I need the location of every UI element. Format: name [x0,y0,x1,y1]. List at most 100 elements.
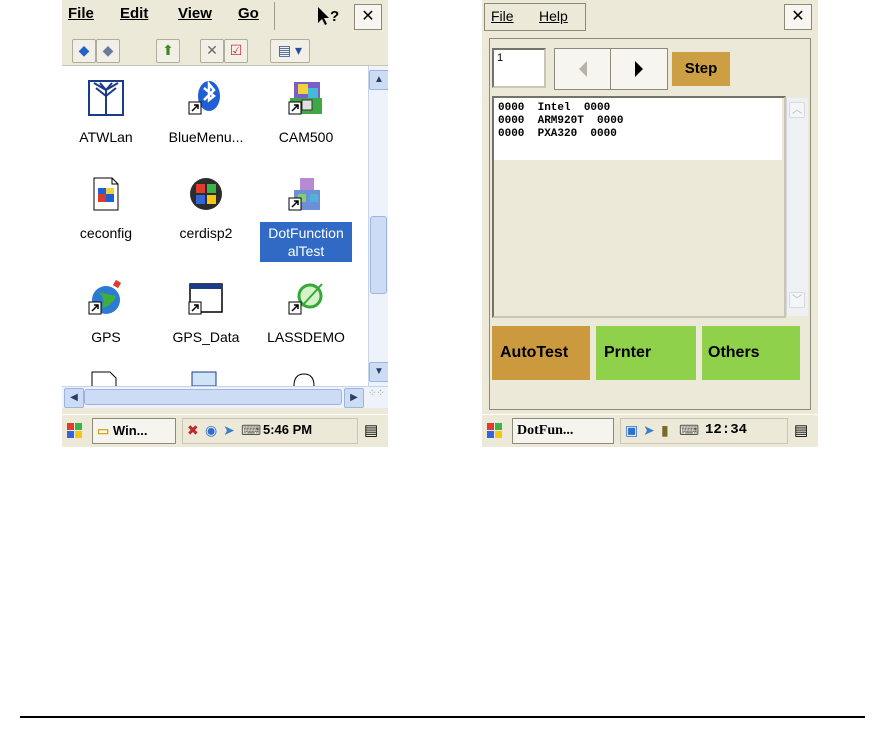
help-pointer-icon[interactable]: ? [314,4,344,28]
clock: 5:46 PM [263,422,313,437]
page-rule [20,716,865,718]
taskbar-window-label: DotFun... [517,423,574,438]
file-item-label: BlueMenu... [168,129,244,145]
file-item-gps-data[interactable]: GPS_Data [158,266,254,356]
vertical-scrollbar[interactable]: ▲ ▼ [368,66,388,386]
left-toolbar: ◆ ◆ ⬆ ✕ ☑ ▤ ▾ [62,34,388,66]
file-item-label: ATWLan [79,129,133,145]
svg-text:?: ? [330,8,339,25]
printer-button[interactable]: Prnter [596,326,696,380]
close-icon[interactable]: ✕ [784,4,812,30]
windows-logo-icon [188,176,224,212]
config-file-icon [88,176,124,212]
menubar-frame: File Help [484,3,586,31]
scroll-up-icon[interactable]: ▲ [369,70,388,90]
view-mode-icon[interactable]: ▤ ▾ [270,39,310,63]
file-item-label: LASSDEMO [267,329,345,345]
taskbar-window-button[interactable]: ▭ Win... [92,418,176,444]
file-item-label: CAM500 [278,129,334,145]
file-item-label: GPS_Data [172,329,240,345]
properties-icon[interactable]: ☑ [224,39,248,63]
file-item-gps[interactable]: GPS [62,266,154,356]
next-step-button[interactable] [610,48,668,90]
system-tray: ▣ ➤ ▮ ⌨ 12:34 [620,418,788,444]
taskbar-window-label: Win... [112,423,148,438]
menu-file[interactable]: File [68,5,94,22]
bluetooth-icon [188,80,224,116]
scroll-down-icon[interactable]: ▼ [369,362,388,382]
start-flag-icon[interactable] [484,420,506,442]
file-item-bluemenu[interactable]: BlueMenu... [158,66,254,156]
camera-app-icon [288,80,324,116]
menu-file[interactable]: File [491,8,514,24]
left-device-screen: File Edit View Go ? ✕ ◆ ◆ ⬆ ✕ ☑ ▤ ▾ ATWL… [62,0,388,447]
resize-grip-icon: ⁘⁘ [368,388,385,399]
log-line: 0000 ARM920T 0000 [498,115,624,127]
battery-icon[interactable]: ▮ [661,422,669,439]
menu-edit[interactable]: Edit [120,5,148,22]
start-flag-icon[interactable] [64,420,86,442]
scroll-up-icon[interactable]: ︿ [789,102,805,118]
right-device-screen: File Help ✕ 1 Step 0000 Intel 0000 0000 … [482,0,818,447]
previous-step-button[interactable] [554,48,612,90]
step-input[interactable]: 1 [492,48,546,88]
log-line: 0000 Intel 0000 [498,102,611,114]
autotest-button[interactable]: AutoTest [492,326,590,380]
back-arrow-icon[interactable]: ◆ [72,39,96,63]
file-icon-grid: ATWLan BlueMenu... CAM500 ceconfig cerdi… [62,66,368,387]
step-button[interactable]: Step [672,52,730,86]
file-item-atwlan[interactable]: ATWLan [62,66,154,156]
antenna-icon [88,80,124,116]
partial-book-icon[interactable] [288,370,322,387]
clock: 12:34 [705,422,748,438]
close-icon[interactable]: ✕ [354,4,382,30]
others-button[interactable]: Others [702,326,800,380]
triangle-left-icon [579,61,587,77]
laser-icon [288,280,324,316]
menu-help[interactable]: Help [539,8,568,24]
file-item-label: ceconfig [79,225,133,241]
file-item-label-line1: DotFunction [268,225,344,241]
file-item-label: GPS [91,329,121,345]
scroll-right-icon[interactable]: ▶ [344,388,364,408]
log-text-area: 0000 Intel 0000 0000 ARM920T 0000 0000 P… [494,98,782,160]
monitor-tray-icon[interactable]: ▣ [625,422,638,439]
log-line: 0000 PXA320 0000 [498,128,617,140]
desktop-switch-icon[interactable]: ▤ [364,421,384,441]
keyboard-icon[interactable]: ⌨ [241,422,261,439]
globe-tray-icon[interactable]: ◉ [205,422,217,439]
desktop-switch-icon[interactable]: ▤ [794,421,814,441]
left-taskbar: ▭ Win... ✖ ◉ ➤ ⌨ 5:46 PM ▤ [62,414,388,447]
taskbar-window-button[interactable]: DotFun... [512,418,614,444]
file-item-label-line2: alTest [287,243,325,259]
triangle-right-icon [635,61,643,77]
scroll-left-icon[interactable]: ◀ [64,388,84,408]
scroll-down-icon[interactable]: ﹀ [789,292,805,308]
system-tray: ✖ ◉ ➤ ⌨ 5:46 PM [182,418,358,444]
window-shortcut-icon [188,280,224,316]
connection-tray-icon[interactable]: ➤ [223,422,235,439]
file-item-ceconfig[interactable]: ceconfig [62,162,154,252]
test-log: 0000 Intel 0000 0000 ARM920T 0000 0000 P… [492,96,808,318]
file-item-lassdemo[interactable]: LASSDEMO [258,266,354,356]
up-folder-icon[interactable]: ⬆ [156,39,180,63]
menu-go[interactable]: Go [238,5,259,22]
log-scrollbar[interactable]: ︿ ﹀ [786,98,808,316]
keyboard-icon[interactable]: ⌨ [679,422,699,439]
left-menubar: File Edit View Go ? ✕ [62,0,388,34]
right-taskbar: DotFun... ▣ ➤ ▮ ⌨ 12:34 ▤ [482,414,818,447]
partial-app-icon[interactable] [188,368,222,387]
menu-view[interactable]: View [178,5,212,22]
menu-separator [274,2,275,30]
file-item-cam500[interactable]: CAM500 [258,66,354,156]
file-item-cerdisp2[interactable]: cerdisp2 [158,162,254,252]
vertical-scroll-thumb[interactable] [370,216,387,294]
horizontal-scroll-thumb[interactable] [84,389,342,405]
forward-arrow-icon[interactable]: ◆ [96,39,120,63]
partial-file-icon[interactable] [88,366,122,386]
file-item-dotfunctionaltest[interactable]: DotFunction alTest [258,162,354,262]
connection-tray-icon[interactable]: ➤ [643,422,655,439]
horizontal-scrollbar[interactable]: ◀ ▶ ⁘⁘ [62,386,388,408]
network-disconnected-icon[interactable]: ✖ [187,422,199,439]
delete-icon[interactable]: ✕ [200,39,224,63]
